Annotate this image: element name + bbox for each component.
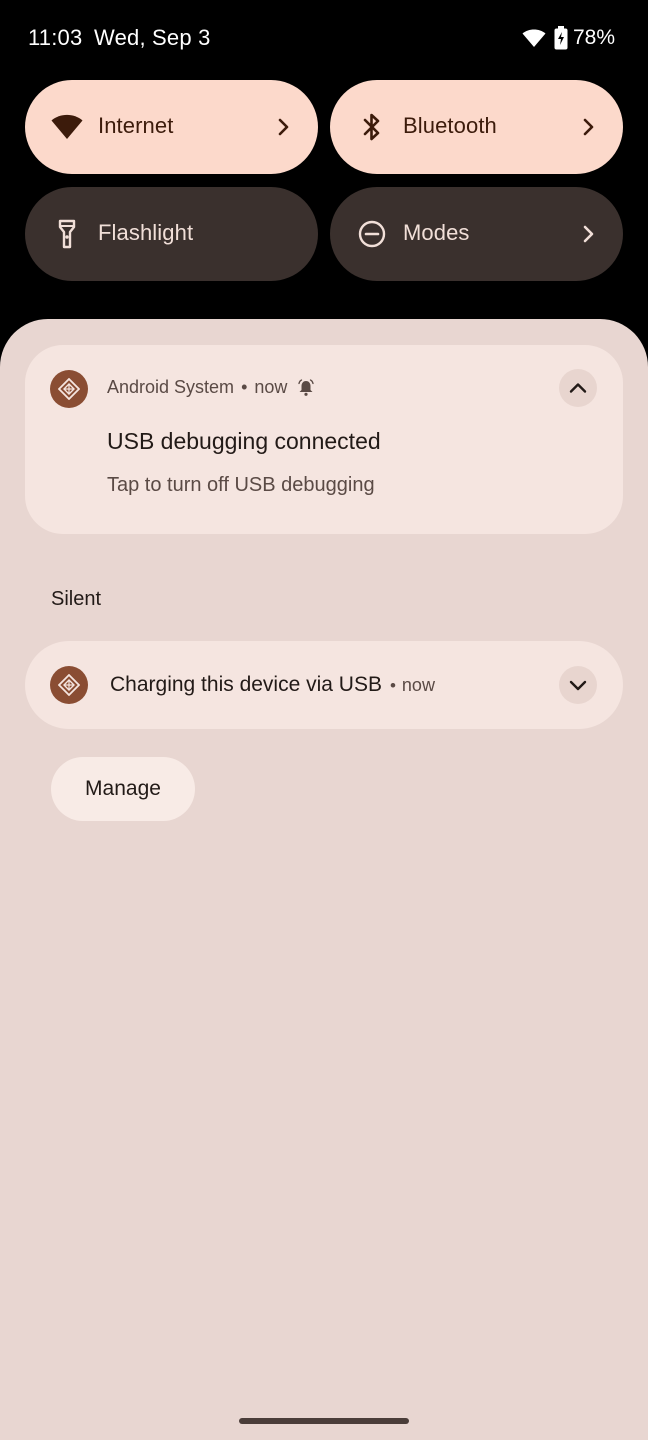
notification-time: now [254, 377, 288, 397]
tile-bluetooth[interactable]: Bluetooth [330, 80, 623, 174]
header-separator: • [241, 377, 248, 397]
wifi-icon [51, 111, 83, 143]
manage-notifications-button[interactable]: Manage [51, 757, 195, 821]
tile-flashlight-label: Flashlight [98, 220, 194, 245]
battery-charging-icon [554, 26, 568, 50]
flashlight-icon [51, 218, 83, 250]
status-date: Wed, Sep 3 [94, 25, 211, 50]
chevron-down-icon [569, 680, 587, 691]
chevron-right-icon [583, 225, 594, 243]
tile-modes-label: Modes [403, 220, 470, 245]
diamond-grid-icon [58, 378, 80, 400]
chevron-right-icon [583, 118, 594, 136]
do-not-disturb-icon [356, 218, 388, 250]
tile-internet-label: Internet [98, 113, 174, 138]
notification-time: now [401, 675, 435, 695]
status-time: 11:03 [28, 25, 83, 50]
status-bar: 11:03 Wed, Sep 3 78% [0, 0, 648, 76]
notification-header: Android System • now [107, 377, 315, 398]
bluetooth-icon [356, 111, 388, 143]
collapse-notification-button[interactable] [559, 369, 597, 407]
android-system-app-icon [50, 666, 88, 704]
notification-title: USB debugging connected [107, 428, 381, 454]
expand-notification-button[interactable] [559, 666, 597, 704]
notification-text: Tap to turn off USB debugging [107, 474, 375, 496]
battery-percent: 78% [572, 26, 615, 49]
tile-modes[interactable]: Modes [330, 187, 623, 281]
header-separator: • [389, 676, 396, 695]
chevron-up-icon [569, 383, 587, 393]
android-system-app-icon [50, 370, 88, 408]
charging-title: Charging this device via USB [110, 673, 382, 696]
diamond-grid-icon [58, 674, 80, 696]
home-gesture-bar[interactable] [239, 1418, 409, 1424]
chevron-right-icon [278, 118, 289, 136]
silent-section-label: Silent [51, 588, 102, 610]
alerting-bell-icon [298, 378, 315, 396]
tile-bluetooth-label: Bluetooth [403, 113, 497, 138]
tile-internet[interactable]: Internet [25, 80, 318, 174]
wifi-signal-icon [522, 29, 546, 47]
status-icons: 78% [522, 24, 615, 52]
charging-notification-header: Charging this device via USB • now [110, 673, 435, 697]
tile-flashlight[interactable]: Flashlight [25, 187, 318, 281]
app-name: Android System [107, 377, 235, 397]
notification-shade-screen: 11:03 Wed, Sep 3 78% Internet Bluetooth … [0, 0, 648, 1440]
